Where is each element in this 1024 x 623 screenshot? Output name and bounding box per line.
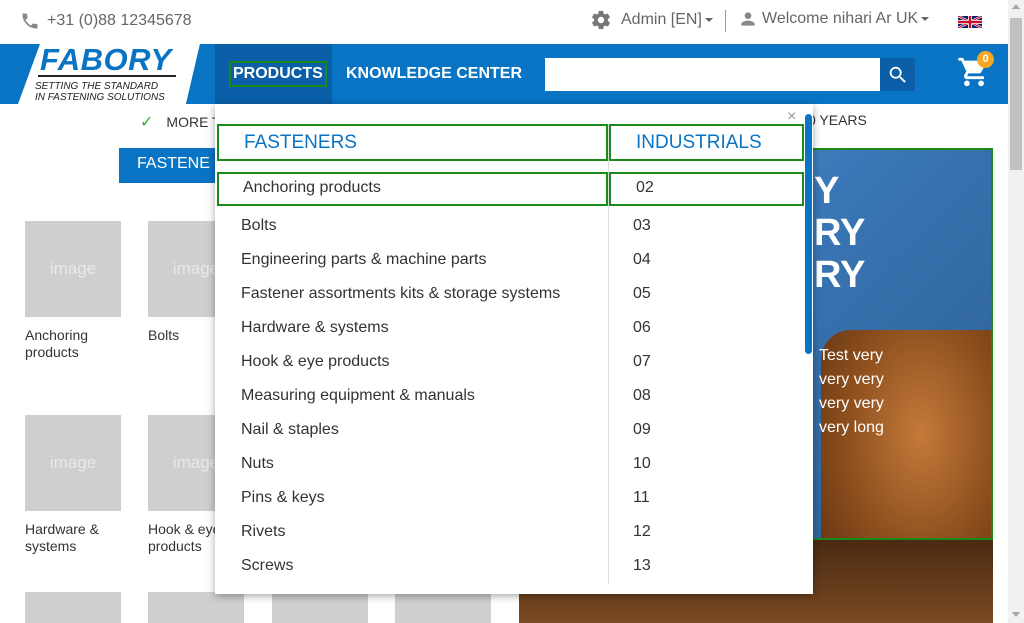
category-label[interactable]: Hardware & systems — [25, 521, 121, 555]
menu-item-industrials[interactable]: 06 — [609, 312, 804, 346]
menu-item-screws[interactable]: Screws — [217, 550, 608, 584]
column-title-industrials[interactable]: INDUSTRIALS — [609, 124, 804, 161]
dropdown-scrollbar[interactable] — [805, 114, 812, 354]
scroll-up-arrow-icon[interactable] — [1012, 4, 1020, 9]
user-menu[interactable]: Welcome nihari Ar UK — [738, 9, 930, 29]
category-image[interactable] — [148, 592, 244, 623]
menu-item-industrials[interactable]: 08 — [609, 380, 804, 414]
menu-item-engineering-parts[interactable]: Engineering parts & machine parts — [217, 244, 608, 278]
check-icon: ✓ — [140, 114, 154, 131]
banner-heading-line: RY — [814, 254, 866, 296]
top-bar: +31 (0)88 12345678 Admin [EN] Welcome ni… — [0, 0, 1008, 44]
menu-item-hook-eye-products[interactable]: Hook & eye products — [217, 346, 608, 380]
category-image[interactable] — [272, 592, 368, 623]
tab-fasteners[interactable]: FASTENE — [119, 148, 219, 183]
banner-text-line: very long — [819, 419, 884, 436]
menu-item-industrials[interactable]: 10 — [609, 448, 804, 482]
menu-item-industrials[interactable]: 09 — [609, 414, 804, 448]
menu-item-industrials[interactable]: 03 — [609, 210, 804, 244]
menu-item-industrials[interactable]: 11 — [609, 482, 804, 516]
divider — [725, 10, 726, 32]
logo-tagline-line-1: SETTING THE STANDARD — [35, 81, 159, 92]
page-scrollbar-thumb[interactable] — [1010, 18, 1022, 170]
menu-item-pins-keys[interactable]: Pins & keys — [217, 482, 608, 516]
welcome-label: Welcome nihari Ar UK — [762, 10, 919, 27]
admin-label: Admin [EN] — [621, 11, 702, 28]
usp-text: MORE T — [166, 114, 221, 130]
products-dropdown: × FASTENERS INDUSTRIALS Anchoring produc… — [215, 104, 813, 594]
user-icon — [741, 12, 755, 26]
category-image[interactable] — [25, 592, 121, 623]
menu-item-measuring-equipment[interactable]: Measuring equipment & manuals — [217, 380, 608, 414]
logo[interactable]: FABORY SETTING THE STANDARD IN FASTENING… — [0, 42, 215, 104]
menu-item-industrials[interactable]: 04 — [609, 244, 804, 278]
banner-heading-line: RY — [814, 212, 866, 254]
usp-item-right: 0 YEARS — [808, 112, 867, 128]
banner-text-line: very very — [819, 371, 884, 388]
cart-count-badge: 0 — [977, 51, 994, 68]
uk-flag-icon[interactable] — [958, 16, 982, 28]
nav-knowledge-center[interactable]: KNOWLEDGE CENTER — [346, 65, 522, 83]
scroll-down-arrow-icon[interactable] — [1012, 612, 1020, 617]
menu-item-nail-staples[interactable]: Nail & staples — [217, 414, 608, 448]
logo-name: FABORY — [40, 42, 172, 77]
menu-item-hardware-systems[interactable]: Hardware & systems — [217, 312, 608, 346]
banner-text-line: Test very — [819, 347, 884, 364]
banner-text-line: very very — [819, 395, 884, 412]
search-icon — [889, 66, 906, 83]
menu-item-anchoring-products[interactable]: Anchoring products — [217, 172, 608, 206]
menu-item-rivets[interactable]: Rivets — [217, 516, 608, 550]
search-input[interactable] — [545, 58, 881, 91]
category-image[interactable] — [395, 592, 491, 623]
menu-item-industrials[interactable]: 12 — [609, 516, 804, 550]
banner-heading-line: Y — [814, 170, 840, 212]
logo-tagline-line-2: IN FASTENING SOLUTIONS — [35, 92, 165, 103]
phone-contact[interactable]: +31 (0)88 12345678 — [20, 11, 192, 31]
phone-number: +31 (0)88 12345678 — [47, 12, 192, 29]
chevron-down-icon — [704, 18, 713, 22]
menu-item-nuts[interactable]: Nuts — [217, 448, 608, 482]
menu-item-bolts[interactable]: Bolts — [217, 210, 608, 244]
menu-item-industrials[interactable]: 13 — [609, 550, 804, 584]
logo-tagline: SETTING THE STANDARD IN FASTENING SOLUTI… — [35, 81, 165, 103]
gear-icon — [592, 10, 610, 30]
usp-item: ✓ MORE T — [140, 112, 221, 132]
category-image[interactable]: image — [25, 415, 121, 511]
nav-products-label: PRODUCTS — [229, 61, 327, 87]
menu-item-industrials[interactable]: 07 — [609, 346, 804, 380]
admin-language-menu[interactable]: Admin [EN] — [590, 9, 713, 31]
menu-item-industrials[interactable]: 05 — [609, 278, 804, 312]
menu-item-fastener-assortments[interactable]: Fastener assortments kits & storage syst… — [217, 278, 608, 312]
column-title-fasteners[interactable]: FASTENERS — [217, 124, 608, 161]
nav-products[interactable]: PRODUCTS — [215, 44, 332, 104]
phone-icon — [22, 13, 38, 29]
logo-underline — [38, 75, 176, 77]
chevron-down-icon — [921, 17, 930, 21]
menu-item-industrials[interactable]: 02 — [609, 172, 804, 206]
category-image[interactable]: image — [25, 221, 121, 317]
search-button[interactable] — [880, 58, 915, 91]
category-label[interactable]: Anchoring products — [25, 327, 121, 361]
